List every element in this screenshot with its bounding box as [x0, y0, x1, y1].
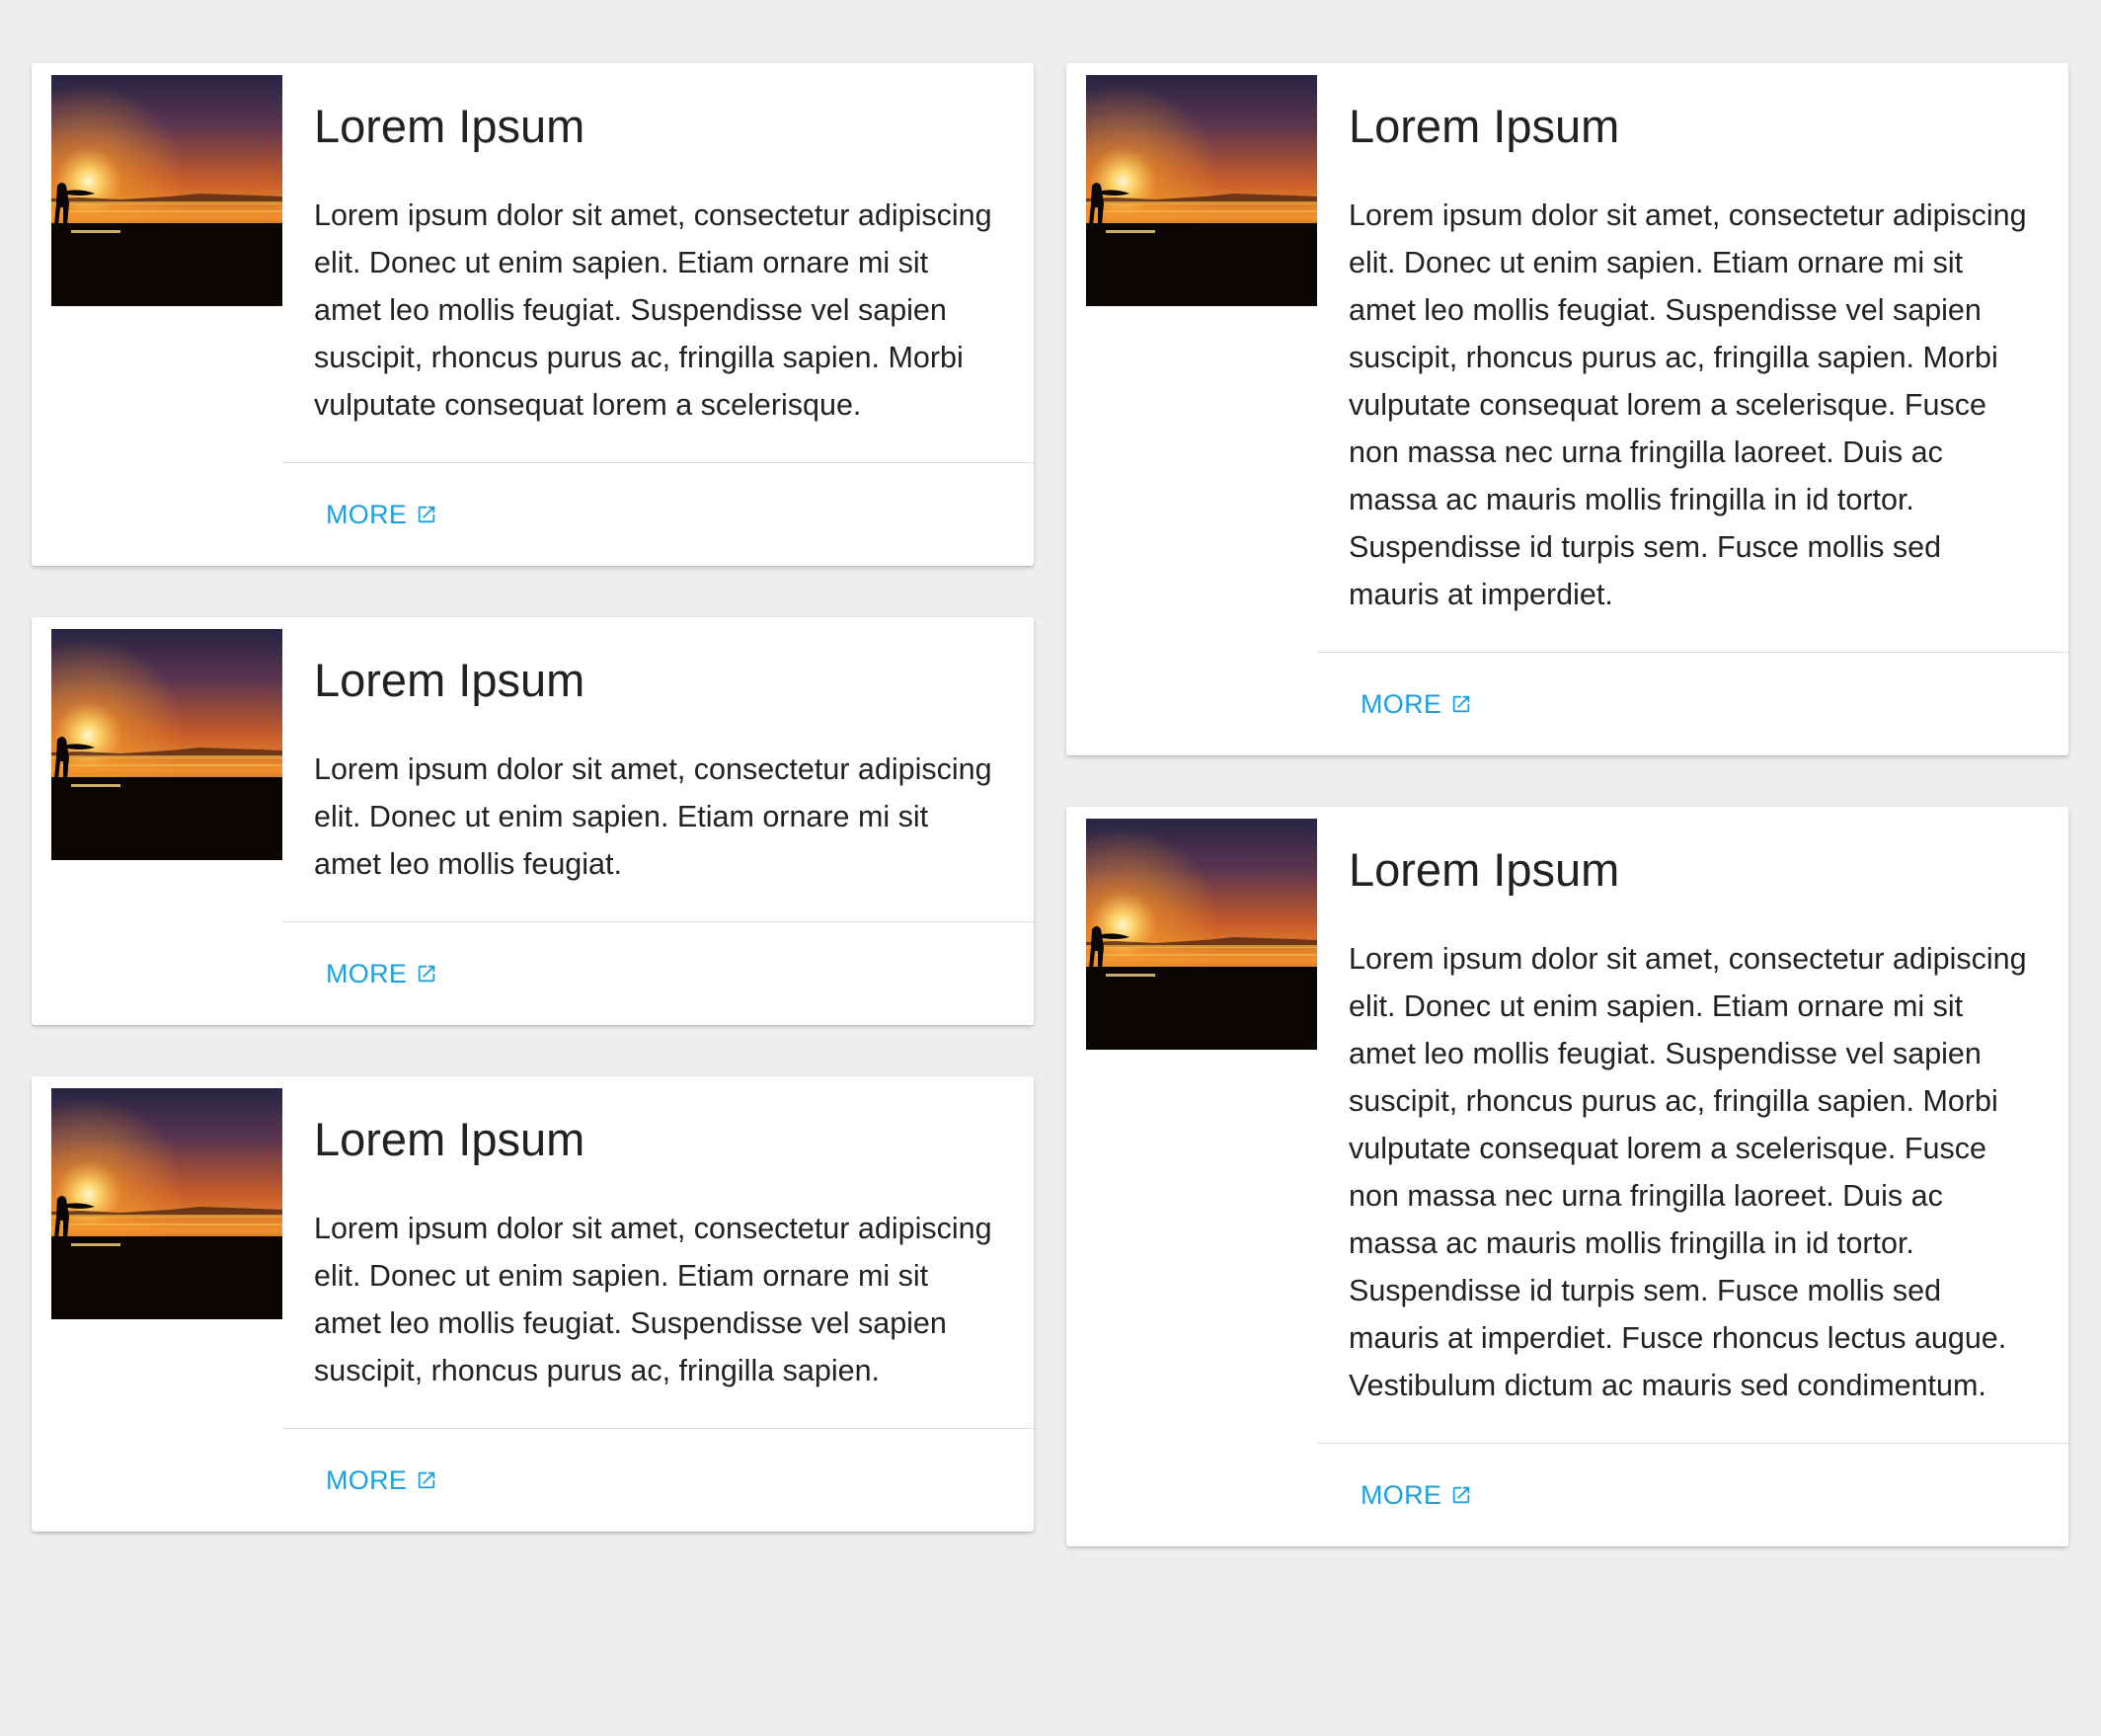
card-content: Lorem Ipsum Lorem ipsum dolor sit amet, … [282, 1076, 1034, 1428]
card-actions: MORE [282, 462, 1034, 566]
more-label: MORE [1361, 1479, 1442, 1510]
sunset-surfer-photo [51, 629, 282, 860]
sunset-surfer-photo [1086, 75, 1317, 306]
more-label: MORE [326, 1464, 408, 1495]
card-title: Lorem Ipsum [1349, 843, 1620, 896]
sunset-surfer-photo [1086, 819, 1317, 1050]
more-label: MORE [326, 958, 408, 988]
card-text: Lorem ipsum dolor sit amet, consectetur … [1349, 198, 2027, 611]
card-actions: MORE [1317, 1443, 2068, 1546]
card-body: Lorem Ipsum Lorem ipsum dolor sit amet, … [1317, 807, 2068, 1546]
card-actions: MORE [282, 921, 1034, 1025]
card: Lorem Ipsum Lorem ipsum dolor sit amet, … [32, 63, 1034, 566]
card-body: Lorem Ipsum Lorem ipsum dolor sit amet, … [1317, 63, 2068, 755]
card: Lorem Ipsum Lorem ipsum dolor sit amet, … [1066, 63, 2068, 755]
card-text: Lorem ipsum dolor sit amet, consectetur … [314, 198, 992, 422]
more-link[interactable]: MORE [1361, 689, 1472, 720]
card-title: Lorem Ipsum [314, 100, 585, 152]
card-body: Lorem Ipsum Lorem ipsum dolor sit amet, … [282, 63, 1034, 566]
card-content: Lorem Ipsum Lorem ipsum dolor sit amet, … [1317, 807, 2068, 1443]
sunset-surfer-photo [51, 75, 282, 306]
right-column: Lorem Ipsum Lorem ipsum dolor sit amet, … [1066, 63, 2068, 1598]
card-board: Lorem Ipsum Lorem ipsum dolor sit amet, … [0, 0, 2101, 1736]
card-body: Lorem Ipsum Lorem ipsum dolor sit amet, … [282, 617, 1034, 1025]
card: Lorem Ipsum Lorem ipsum dolor sit amet, … [32, 617, 1034, 1025]
more-link[interactable]: MORE [326, 500, 437, 530]
card-content: Lorem Ipsum Lorem ipsum dolor sit amet, … [1317, 63, 2068, 652]
external-link-icon [1450, 1484, 1472, 1506]
external-link-icon [416, 963, 437, 985]
sunset-surfer-photo [51, 1088, 282, 1319]
external-link-icon [416, 1469, 437, 1491]
card-title: Lorem Ipsum [1349, 100, 1620, 152]
card: Lorem Ipsum Lorem ipsum dolor sit amet, … [1066, 807, 2068, 1546]
card-body: Lorem Ipsum Lorem ipsum dolor sit amet, … [282, 1076, 1034, 1532]
card-text: Lorem ipsum dolor sit amet, consectetur … [314, 752, 992, 881]
card-text: Lorem ipsum dolor sit amet, consectetur … [314, 1212, 992, 1387]
card-title: Lorem Ipsum [314, 654, 585, 706]
card-title: Lorem Ipsum [314, 1113, 585, 1165]
card-text: Lorem ipsum dolor sit amet, consectetur … [1349, 942, 2027, 1402]
card-actions: MORE [1317, 652, 2068, 755]
external-link-icon [1450, 693, 1472, 715]
card-actions: MORE [282, 1428, 1034, 1532]
external-link-icon [416, 504, 437, 525]
more-link[interactable]: MORE [1361, 1480, 1472, 1511]
more-link[interactable]: MORE [326, 1465, 437, 1496]
more-label: MORE [1361, 688, 1442, 719]
card: Lorem Ipsum Lorem ipsum dolor sit amet, … [32, 1076, 1034, 1532]
left-column: Lorem Ipsum Lorem ipsum dolor sit amet, … [32, 63, 1034, 1583]
card-content: Lorem Ipsum Lorem ipsum dolor sit amet, … [282, 617, 1034, 921]
more-link[interactable]: MORE [326, 959, 437, 989]
more-label: MORE [326, 499, 408, 529]
card-content: Lorem Ipsum Lorem ipsum dolor sit amet, … [282, 63, 1034, 462]
